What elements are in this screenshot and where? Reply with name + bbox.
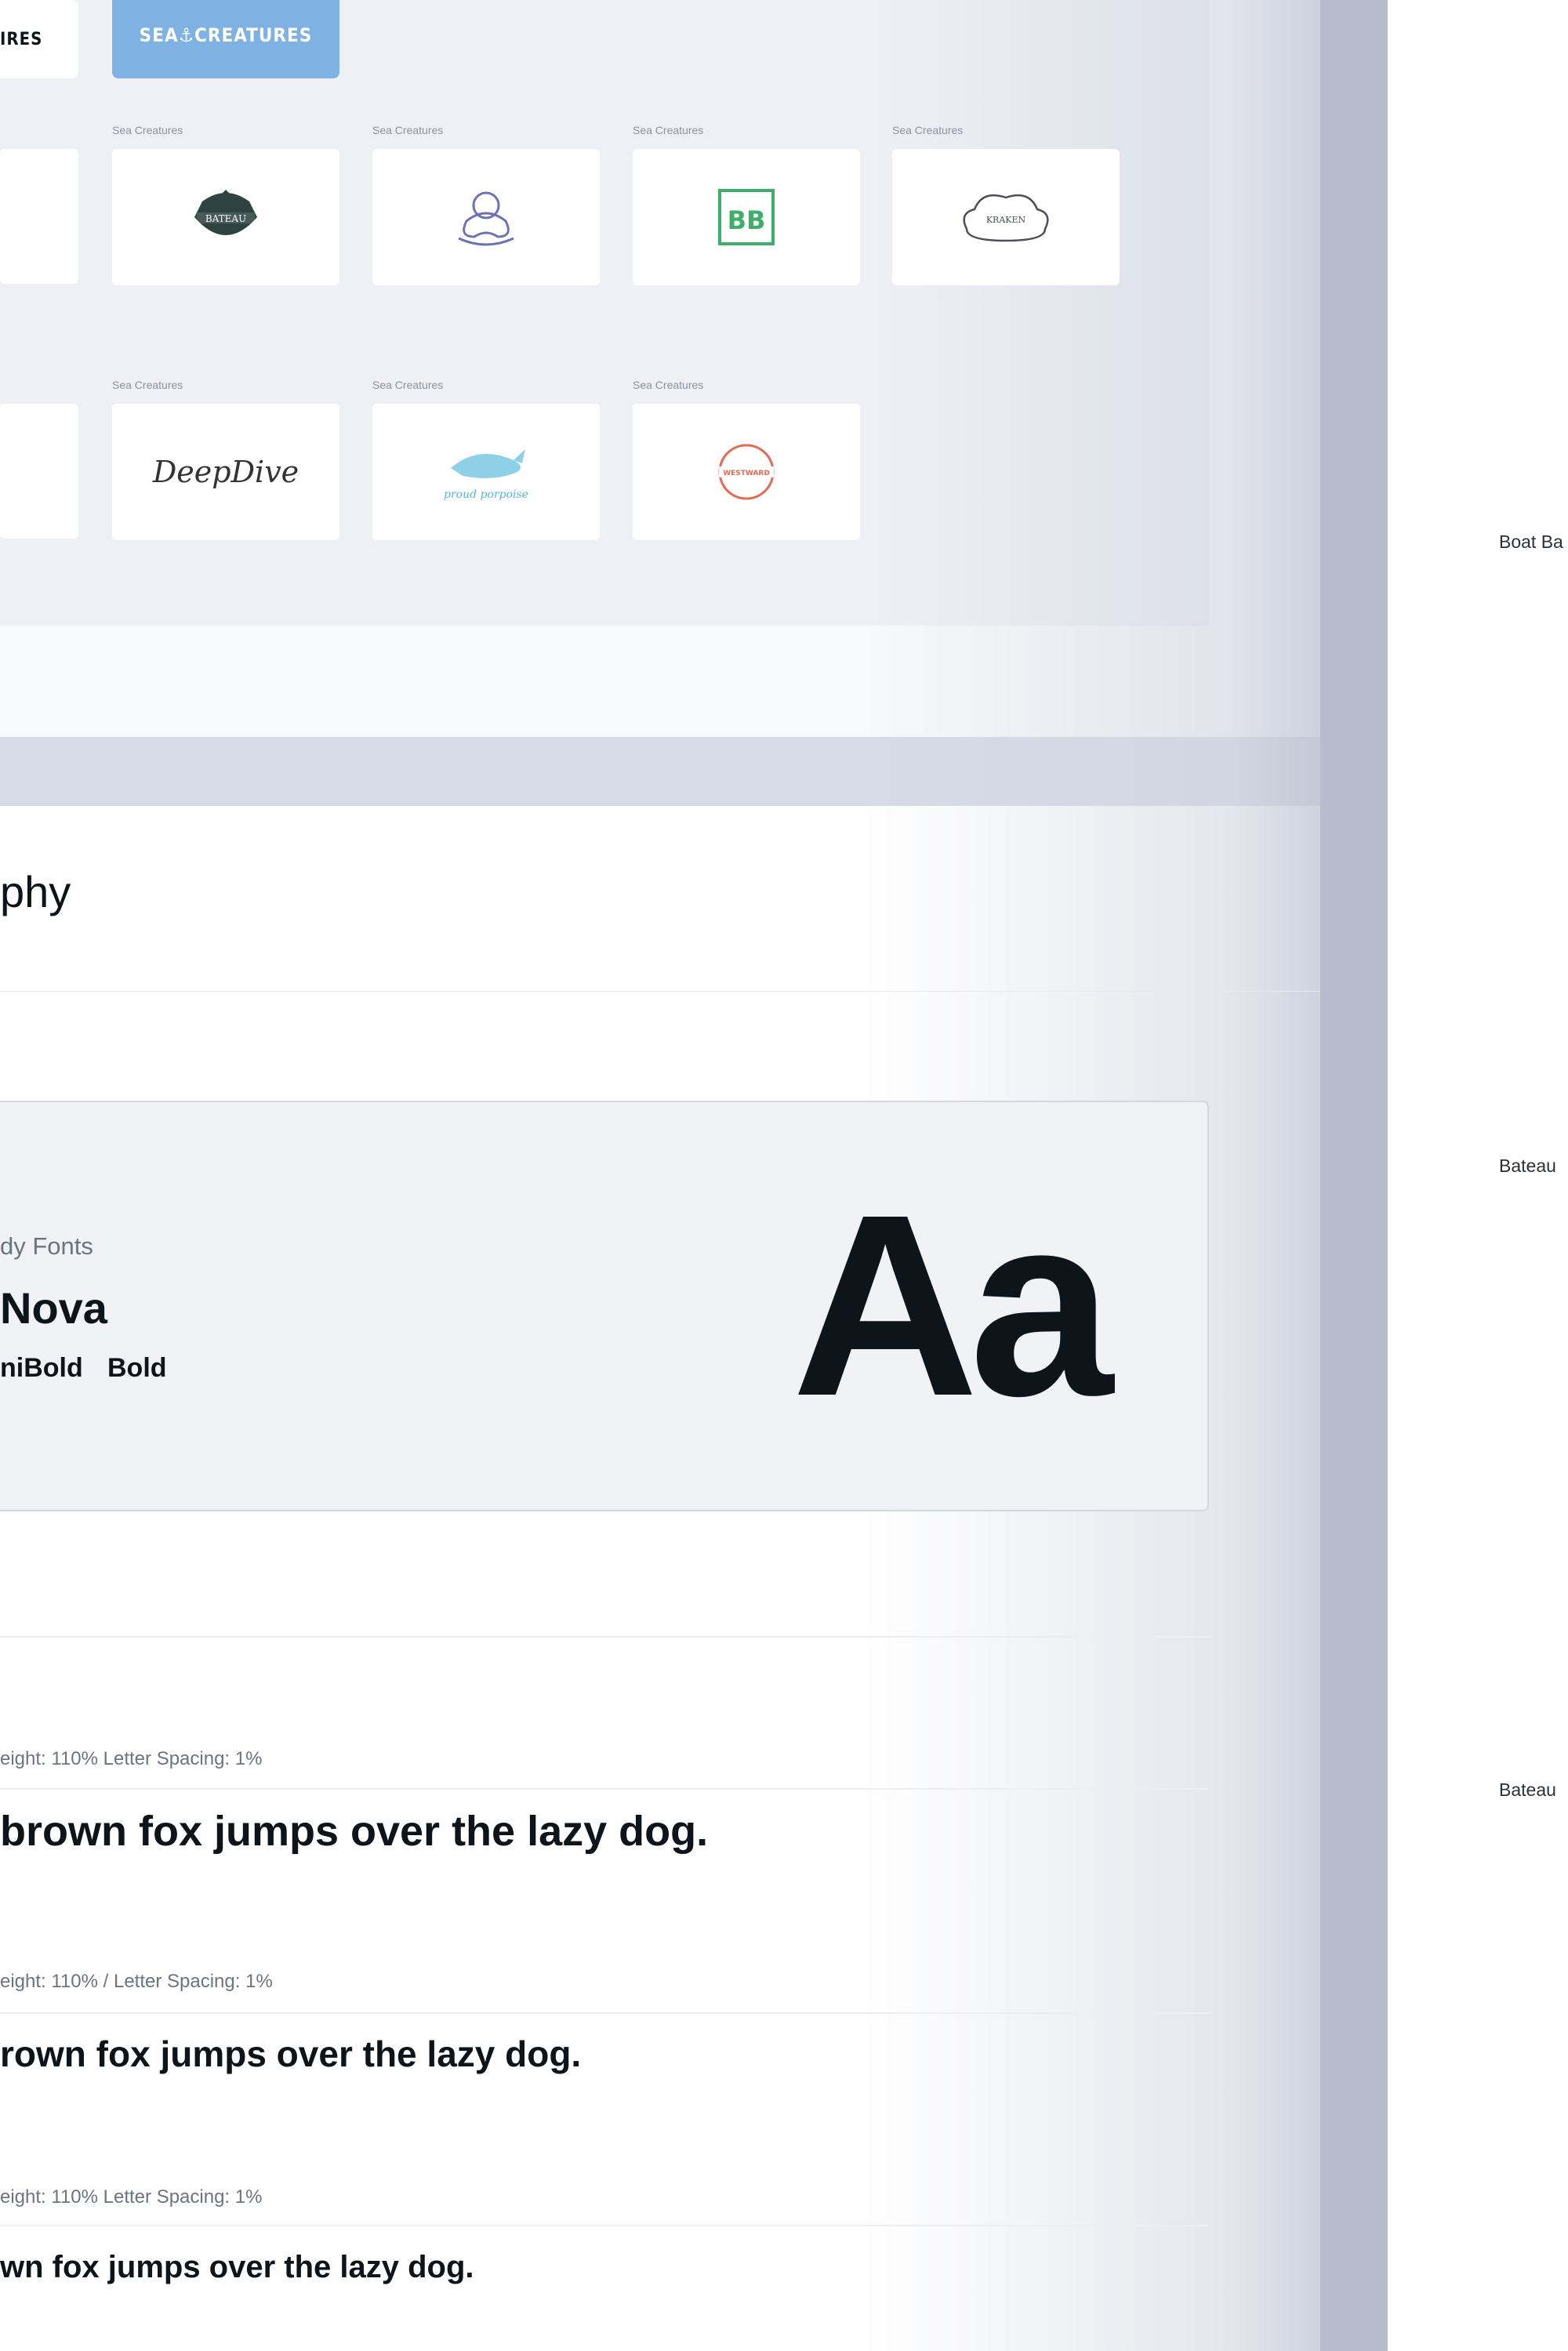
logo-tile-octopus[interactable]: [372, 149, 600, 285]
kraken-logo: KRAKEN: [963, 194, 1049, 242]
logo-tile-deepdive[interactable]: DeepDive: [112, 404, 339, 540]
font-category: dy Fonts: [0, 1232, 93, 1260]
font-weight-bold: Bold: [107, 1353, 167, 1383]
type-spec: eight: 110% Letter Spacing: 1%: [0, 2186, 263, 2208]
logo-tile-partial[interactable]: [0, 149, 78, 284]
logo-card-label: Sea Creatures: [112, 124, 183, 136]
frame-label[interactable]: Boat Ba: [1499, 532, 1563, 553]
logo-tile-bateau[interactable]: BATEAU: [112, 149, 339, 285]
porpoise-logo: proud porpoise: [444, 449, 528, 501]
logo-tab-sea-creatures[interactable]: SEA⚓CREATURES: [112, 0, 339, 78]
logo-tile-kraken[interactable]: KRAKEN: [892, 149, 1120, 285]
bb-logo: BB: [718, 189, 775, 245]
logo-card-label: Sea Creatures: [892, 124, 964, 136]
logo-tab-previous[interactable]: IRES: [0, 0, 78, 78]
logo-card-label: Sea Creatures: [372, 379, 444, 391]
type-sample-medium: rown fox jumps over the lazy dog.: [0, 2034, 582, 2074]
logo-card-label: Sea Creatures: [112, 379, 183, 391]
type-sample-large: brown fox jumps over the lazy dog.: [0, 1808, 709, 1855]
logo-tab-active-label: SEA⚓CREATURES: [139, 24, 313, 46]
logo-tile-partial[interactable]: [0, 404, 78, 539]
divider: [0, 1636, 1209, 1638]
logo-card-label: Sea Creatures: [372, 124, 444, 136]
porpoise-logo-text: proud porpoise: [444, 488, 528, 501]
westward-logo-text: WESTWARD: [723, 470, 770, 477]
font-name: Nova: [0, 1283, 107, 1333]
deepdive-logo-text: DeepDive: [152, 455, 299, 489]
westward-logo: WESTWARD: [718, 444, 775, 500]
font-weight-semibold: niBold: [0, 1353, 83, 1383]
logo-card-label: Sea Creatures: [633, 379, 704, 391]
logo-tab-previous-label: IRES: [0, 29, 43, 49]
canvas-scroll-rail[interactable]: [1320, 0, 1388, 2351]
divider: [0, 2012, 1209, 2014]
octopus-logo: [458, 191, 514, 246]
frame-label[interactable]: Bateau: [1499, 1780, 1556, 1801]
kraken-logo-text: KRAKEN: [986, 215, 1026, 225]
bateau-logo-text: BATEAU: [205, 213, 246, 224]
logo-tile-westward[interactable]: WESTWARD: [633, 404, 860, 540]
divider: [0, 2225, 1209, 2226]
frame-label[interactable]: Bateau: [1499, 1156, 1556, 1177]
type-spec: eight: 110% / Letter Spacing: 1%: [0, 1971, 273, 1992]
section-title: phy: [0, 867, 71, 916]
section-header-divider: [0, 991, 1320, 992]
divider: [0, 1788, 1209, 1790]
bateau-logo: BATEAU: [194, 190, 257, 235]
logo-tile-bb[interactable]: BB: [633, 149, 860, 285]
type-spec: eight: 110% Letter Spacing: 1%: [0, 1748, 263, 1769]
logo-tile-porpoise[interactable]: proud porpoise: [372, 404, 600, 540]
bb-logo-text: BB: [728, 205, 766, 235]
logo-card-label: Sea Creatures: [633, 124, 704, 136]
type-sample-small: wn fox jumps over the lazy dog.: [0, 2250, 474, 2284]
font-specimen-glyphs: Aa: [792, 1160, 1113, 1449]
